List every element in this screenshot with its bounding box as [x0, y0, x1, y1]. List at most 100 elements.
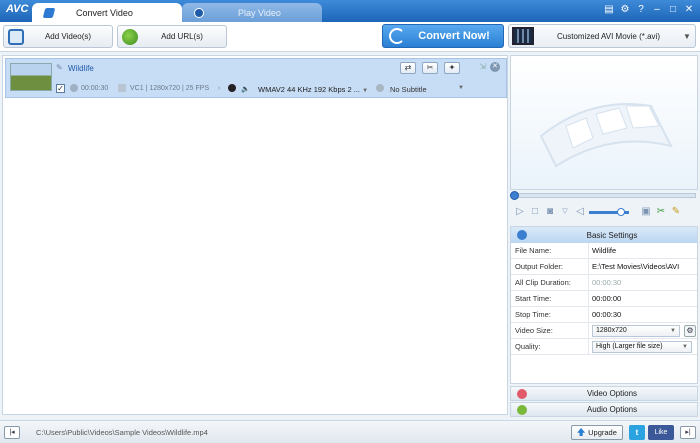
- settings-icon: [517, 230, 527, 240]
- video-thumbnail[interactable]: [10, 63, 52, 91]
- twitter-icon[interactable]: t: [629, 424, 645, 440]
- upgrade-label: Upgrade: [588, 427, 617, 437]
- upgrade-button[interactable]: Upgrade: [571, 424, 623, 440]
- audio-options-bar[interactable]: Audio Options: [510, 402, 698, 417]
- setting-key: Start Time:: [511, 291, 589, 306]
- volume-icon[interactable]: ◁: [574, 206, 586, 218]
- help-icon[interactable]: ?: [636, 4, 646, 16]
- video-info: VC1 | 1280x720 | 25 FPS: [130, 85, 210, 92]
- audio-track-select[interactable]: WMAV2 44 KHz 192 Kbps 2 ... ▼: [258, 85, 368, 94]
- video-options-label: Video Options: [586, 389, 638, 398]
- audio-options-icon: [517, 404, 527, 415]
- app-logo: AVC: [6, 3, 29, 15]
- setting-quality: Quality: High (Larger file size) ▼: [511, 339, 697, 355]
- scissors-icon[interactable]: ✂: [655, 206, 667, 218]
- output-profile-select[interactable]: Customized AVI Movie (*.avi) ▼: [508, 24, 696, 48]
- video-options-bar[interactable]: Video Options: [510, 386, 698, 401]
- add-url-icon: [122, 28, 138, 45]
- setting-clip-duration: All Clip Duration: 00:00:30: [511, 275, 697, 291]
- convert-label: Convert Now!: [418, 30, 490, 42]
- clip-duration-value: 00:00:30: [592, 278, 622, 287]
- tab-label: Convert Video: [76, 7, 133, 18]
- speaker-icon: 🔈: [241, 86, 250, 93]
- convert-tab-icon: [42, 7, 56, 18]
- setting-key: Quality:: [511, 339, 589, 354]
- setting-video-size: Video Size: 1280x720 ▼ ⚙: [511, 323, 697, 339]
- video-info-icon: [118, 84, 126, 92]
- cut-button[interactable]: ✂: [422, 62, 438, 74]
- setting-key: File Name:: [511, 243, 589, 258]
- gear-icon[interactable]: ⚙: [684, 324, 696, 337]
- maximize-icon[interactable]: □: [668, 4, 678, 16]
- chevron-right-icon: ›: [218, 85, 221, 92]
- file-name-field[interactable]: Wildlife: [589, 243, 697, 258]
- video-size-value: 1280x720: [596, 327, 627, 334]
- close-icon[interactable]: ✕: [684, 4, 694, 16]
- file-list: ✎ Wildlife ⇄ ✂ ✦ ⇲ ✕ ✓ 00:00:30 VC1 | 12…: [2, 55, 508, 415]
- setting-stop-time: Stop Time: 00:00:30: [511, 307, 697, 323]
- collapse-right-icon[interactable]: ▸|: [680, 425, 696, 439]
- settings-title: Basic Settings: [586, 230, 638, 240]
- file-duration: 00:00:30: [81, 85, 109, 92]
- seek-handle[interactable]: [510, 191, 519, 200]
- tab-play-video[interactable]: Play Video: [182, 3, 322, 22]
- minimize-icon[interactable]: –: [652, 4, 662, 16]
- tab-convert-video[interactable]: Convert Video: [32, 3, 182, 22]
- collapse-left-icon[interactable]: |◂: [4, 425, 20, 439]
- add-video-icon: [8, 28, 24, 45]
- setting-key: Video Size:: [511, 323, 589, 338]
- play-icon[interactable]: ▷: [514, 206, 526, 218]
- seek-bar[interactable]: [512, 193, 696, 198]
- tab-label: Play Video: [238, 7, 281, 18]
- convert-mode-button[interactable]: ⇄: [400, 62, 416, 74]
- upgrade-arrow-icon: [577, 428, 586, 436]
- subtitle-select[interactable]: No Subtitle: [390, 85, 427, 94]
- add-url-button[interactable]: Add URL(s): [117, 25, 227, 48]
- file-title[interactable]: Wildlife: [68, 64, 94, 73]
- setting-start-time: Start Time: 00:00:00: [511, 291, 697, 307]
- title-bar: AVC Convert Video Play Video ▤ ⚙ ? – □ ✕: [0, 0, 700, 22]
- film-reel-graphic: [539, 103, 673, 168]
- convert-now-button[interactable]: Convert Now!: [382, 24, 504, 48]
- basic-settings-panel: Basic Settings File Name: Wildlife Outpu…: [510, 226, 698, 384]
- add-video-button[interactable]: Add Video(s): [3, 25, 113, 48]
- audio-track-icon: [228, 84, 236, 92]
- file-path: C:\Users\Public\Videos\Sample Videos\Wil…: [36, 427, 208, 437]
- remove-file-icon[interactable]: ✕: [490, 62, 500, 72]
- quality-value: High (Larger file size): [596, 343, 663, 350]
- playback-controls: ▷ □ ◙ ▽ ◁ ▣ ✂ ✎: [510, 203, 698, 221]
- news-icon[interactable]: ▤: [604, 4, 614, 16]
- video-size-select[interactable]: 1280x720 ▼: [592, 324, 680, 337]
- quality-select[interactable]: High (Larger file size) ▼: [592, 340, 692, 353]
- volume-handle[interactable]: [617, 207, 625, 216]
- basic-settings-header[interactable]: Basic Settings: [511, 227, 697, 243]
- magic-wand-icon[interactable]: ✎: [670, 206, 682, 218]
- video-preview: [510, 55, 698, 190]
- video-options-icon: [517, 388, 527, 399]
- facebook-like-button[interactable]: Like: [648, 424, 674, 440]
- start-time-field[interactable]: 00:00:00: [589, 291, 697, 306]
- add-url-label: Add URL(s): [161, 32, 203, 41]
- gear-icon[interactable]: ⚙: [620, 4, 630, 16]
- output-folder-field[interactable]: E:\Test Movies\Videos\AVI: [589, 259, 697, 274]
- pin-icon[interactable]: ⇲: [479, 62, 486, 71]
- clock-icon: [70, 84, 78, 92]
- setting-key: Output Folder:: [511, 259, 589, 274]
- like-label: Like: [654, 428, 668, 436]
- chevron-down-icon[interactable]: ▼: [458, 85, 464, 91]
- pencil-icon[interactable]: ✎: [56, 64, 64, 72]
- volume-slider[interactable]: [589, 207, 629, 216]
- setting-output-folder: Output Folder: E:\Test Movies\Videos\AVI: [511, 259, 697, 275]
- screenshot-folder-icon[interactable]: ▣: [640, 206, 652, 218]
- play-tab-icon: [194, 7, 204, 18]
- chevron-down-icon: ▼: [362, 88, 369, 94]
- dropdown-icon[interactable]: ▽: [559, 206, 571, 218]
- stop-time-field[interactable]: 00:00:30: [589, 307, 697, 322]
- file-checkbox[interactable]: ✓: [56, 84, 65, 93]
- effects-button[interactable]: ✦: [444, 62, 460, 74]
- setting-key: All Clip Duration:: [511, 275, 589, 290]
- file-row[interactable]: ✎ Wildlife ⇄ ✂ ✦ ⇲ ✕ ✓ 00:00:30 VC1 | 12…: [5, 58, 507, 98]
- snapshot-icon[interactable]: ◙: [544, 206, 556, 218]
- stop-icon[interactable]: □: [529, 206, 541, 218]
- refresh-icon: [389, 28, 405, 44]
